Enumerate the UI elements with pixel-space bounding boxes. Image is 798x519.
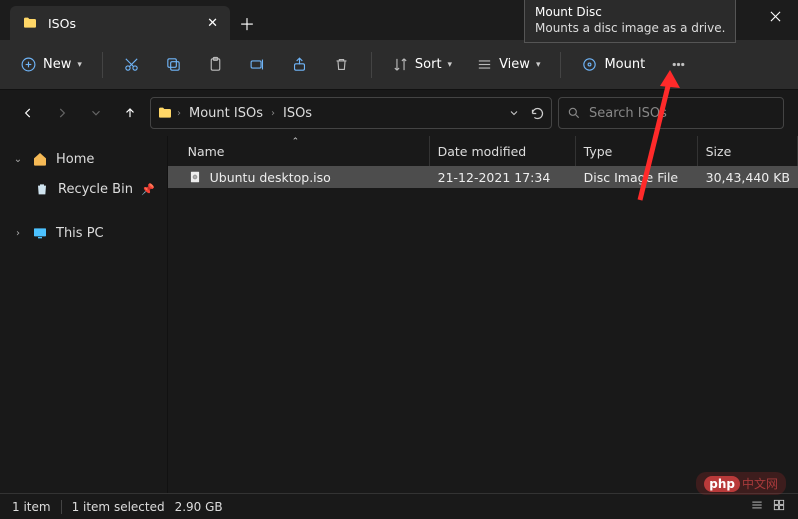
watermark: php中文网 (696, 472, 786, 495)
more-button[interactable] (659, 48, 697, 82)
address-bar[interactable]: › Mount ISOs › ISOs (150, 97, 552, 129)
sidebar-label: This PC (56, 226, 104, 241)
search-box[interactable]: Search ISOs (558, 97, 784, 129)
thumbnails-view-button[interactable] (772, 498, 786, 515)
status-selection-count: 1 item selected (72, 500, 165, 514)
sort-button[interactable]: Sort ▾ (382, 48, 462, 82)
titlebar: ISOs ✕ ＋ Mount Disc Mounts a disc image … (0, 0, 798, 40)
clipboard-icon (207, 56, 224, 73)
chevron-right-icon[interactable]: › (271, 108, 275, 119)
view-label: View (499, 57, 530, 72)
sidebar-label: Home (56, 152, 94, 167)
sidebar-item-thispc[interactable]: › This PC (6, 218, 161, 248)
navigation-pane: ⌄ Home Recycle Bin 📌 › This PC (0, 136, 167, 493)
file-explorer-window: ISOs ✕ ＋ Mount Disc Mounts a disc image … (0, 0, 798, 519)
close-tab-icon[interactable]: ✕ (207, 16, 218, 31)
column-header-type[interactable]: Type (576, 136, 698, 166)
scissors-icon (123, 56, 140, 73)
column-header-date[interactable]: Date modified (430, 136, 576, 166)
sort-label: Sort (415, 57, 442, 72)
details-view-button[interactable] (750, 498, 764, 515)
back-button[interactable] (14, 97, 42, 129)
column-header-size[interactable]: Size (698, 136, 798, 166)
tab-title: ISOs (48, 16, 76, 31)
chevron-down-icon: ▾ (448, 60, 453, 70)
separator (61, 500, 62, 514)
recent-dropdown[interactable] (82, 97, 110, 129)
chevron-down-icon: ▾ (536, 60, 541, 70)
chevron-down-icon[interactable] (508, 107, 520, 119)
up-button[interactable] (116, 97, 144, 129)
paste-button[interactable] (197, 48, 235, 82)
view-button[interactable]: View ▾ (466, 48, 550, 82)
trash-icon (333, 56, 350, 73)
folder-icon (22, 15, 38, 31)
chevron-down-icon[interactable]: ⌄ (12, 154, 24, 165)
ellipsis-icon (670, 56, 687, 73)
new-tab-button[interactable]: ＋ (230, 6, 264, 40)
file-list-pane: ⌃ Name Date modified Type Size Ubuntu de… (167, 136, 798, 493)
sidebar-label: Recycle Bin (58, 182, 133, 197)
column-headers: ⌃ Name Date modified Type Size (168, 136, 798, 166)
separator (371, 52, 372, 78)
table-row[interactable]: Ubuntu desktop.iso 21-12-2021 17:34 Disc… (168, 166, 798, 188)
sort-icon (392, 56, 409, 73)
file-type: Disc Image File (576, 170, 698, 185)
new-button[interactable]: New ▾ (10, 48, 92, 82)
file-rows: Ubuntu desktop.iso 21-12-2021 17:34 Disc… (168, 166, 798, 493)
delete-button[interactable] (323, 48, 361, 82)
rename-icon (249, 56, 266, 73)
mount-tooltip: Mount Disc Mounts a disc image as a driv… (524, 0, 736, 43)
cut-button[interactable] (113, 48, 151, 82)
mount-label: Mount (604, 57, 645, 72)
watermark-text: 中文网 (742, 477, 778, 491)
breadcrumb-seg2[interactable]: ISOs (279, 104, 316, 123)
separator (102, 52, 103, 78)
toolbar: New ▾ Sort ▾ View ▾ Mount (0, 40, 798, 90)
copy-button[interactable] (155, 48, 193, 82)
breadcrumb-seg1[interactable]: Mount ISOs (185, 104, 267, 123)
sort-indicator-icon: ⌃ (292, 137, 300, 147)
separator (560, 52, 561, 78)
new-label: New (43, 57, 71, 72)
folder-icon (157, 105, 173, 121)
column-header-name[interactable]: Name (180, 136, 430, 166)
watermark-brand: php (704, 476, 740, 492)
sidebar-item-recycle[interactable]: Recycle Bin 📌 (6, 174, 161, 204)
view-icon (476, 56, 493, 73)
status-selection-size: 2.90 GB (175, 500, 223, 514)
tooltip-desc: Mounts a disc image as a drive. (535, 20, 725, 36)
navigation-row: › Mount ISOs › ISOs Search ISOs (0, 90, 798, 136)
status-bar: 1 item 1 item selected 2.90 GB (0, 493, 798, 519)
monitor-icon (32, 225, 48, 241)
body: ⌄ Home Recycle Bin 📌 › This PC ⌃ Name Da… (0, 136, 798, 493)
pin-icon: 📌 (141, 183, 155, 196)
chevron-right-icon[interactable]: › (177, 108, 181, 119)
chevron-down-icon: ▾ (77, 60, 82, 70)
disc-icon (581, 56, 598, 73)
tab-isos[interactable]: ISOs ✕ (10, 6, 230, 40)
chevron-right-icon[interactable]: › (12, 228, 24, 239)
file-size: 30,43,440 KB (698, 170, 798, 185)
file-name: Ubuntu desktop.iso (210, 170, 331, 185)
status-item-count: 1 item (12, 500, 51, 514)
search-icon (567, 106, 581, 120)
share-button[interactable] (281, 48, 319, 82)
search-placeholder: Search ISOs (589, 106, 667, 121)
close-window-button[interactable] (752, 0, 798, 32)
mount-button[interactable]: Mount (571, 48, 655, 82)
forward-button[interactable] (48, 97, 76, 129)
tooltip-title: Mount Disc (535, 4, 725, 20)
share-icon (291, 56, 308, 73)
disc-file-icon (188, 170, 202, 184)
sidebar-item-home[interactable]: ⌄ Home (6, 144, 161, 174)
rename-button[interactable] (239, 48, 277, 82)
plus-circle-icon (20, 56, 37, 73)
copy-icon (165, 56, 182, 73)
recycle-bin-icon (34, 181, 50, 197)
home-icon (32, 151, 48, 167)
file-date: 21-12-2021 17:34 (430, 170, 576, 185)
refresh-icon[interactable] (530, 106, 545, 121)
